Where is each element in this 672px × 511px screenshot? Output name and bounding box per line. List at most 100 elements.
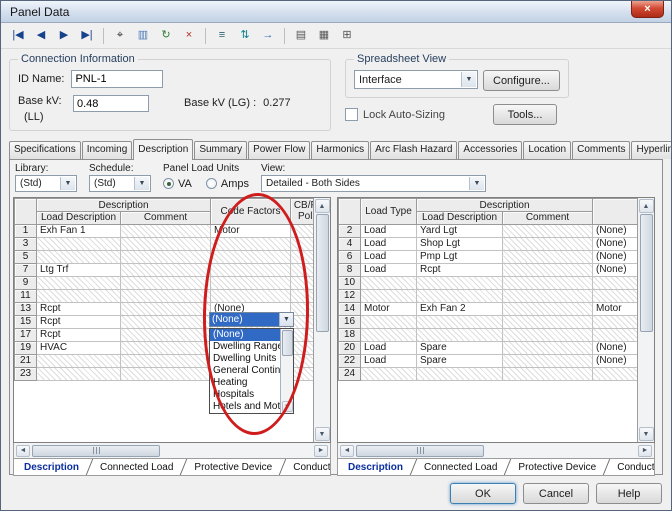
- row-number[interactable]: 18: [339, 328, 361, 341]
- last-record-icon[interactable]: ▶|: [76, 26, 98, 46]
- scrollbar-thumb[interactable]: [32, 445, 160, 457]
- grid-cell[interactable]: [417, 328, 503, 341]
- tab-hyperlinks[interactable]: Hyperlinks: [631, 141, 672, 159]
- row-number[interactable]: 6: [339, 250, 361, 263]
- schedule-select[interactable]: (Std) ▼: [89, 175, 151, 192]
- code-factors-combo-open[interactable]: (None) ▼ ▼ (None)Dwelling RangeDwelling …: [209, 312, 294, 414]
- row-number[interactable]: 5: [15, 250, 37, 263]
- print-preview-icon[interactable]: ▦: [313, 26, 335, 46]
- scrollbar-thumb[interactable]: [316, 214, 329, 332]
- grid-cell[interactable]: [503, 250, 593, 263]
- listbox-option[interactable]: Dwelling Range: [210, 341, 280, 353]
- listbox-option[interactable]: Dwelling Units: [210, 353, 280, 365]
- tab-specifications[interactable]: Specifications: [9, 141, 81, 159]
- listbox-option[interactable]: (None): [210, 329, 280, 341]
- scroll-down-icon[interactable]: ▼: [639, 427, 654, 441]
- tab-harmonics[interactable]: Harmonics: [311, 141, 369, 159]
- tab-location[interactable]: Location: [523, 141, 571, 159]
- listbox-option[interactable]: Hospitals: [210, 389, 280, 401]
- sheet-tab-description[interactable]: Description: [341, 461, 410, 474]
- row-number[interactable]: 12: [339, 289, 361, 302]
- grid-cell[interactable]: [503, 302, 593, 315]
- grid-cell[interactable]: Rcpt: [37, 328, 121, 341]
- grid-cell[interactable]: [361, 367, 417, 380]
- tab-arc-flash-hazard[interactable]: Arc Flash Hazard: [370, 141, 457, 159]
- tab-description[interactable]: Description: [133, 139, 193, 160]
- grid-cell[interactable]: [121, 354, 211, 367]
- grid-cell[interactable]: [417, 276, 503, 289]
- grid-cell[interactable]: [211, 276, 291, 289]
- id-name-input[interactable]: [71, 70, 163, 88]
- grid-cell[interactable]: [361, 315, 417, 328]
- grid-cell[interactable]: [361, 328, 417, 341]
- grid-cell[interactable]: Exh Fan 2: [417, 302, 503, 315]
- grid-cell[interactable]: [211, 289, 291, 302]
- tab-summary[interactable]: Summary: [194, 141, 247, 159]
- amps-radio[interactable]: [206, 178, 217, 189]
- combo-field[interactable]: (None) ▼: [209, 312, 294, 327]
- grid-cell[interactable]: Load: [361, 224, 417, 237]
- grid-cell[interactable]: [211, 237, 291, 250]
- scroll-right-icon[interactable]: ►: [638, 445, 652, 457]
- scrollbar-thumb[interactable]: [356, 445, 484, 457]
- copy-icon[interactable]: ⊞: [336, 26, 358, 46]
- scroll-left-icon[interactable]: ◄: [16, 445, 30, 457]
- sheet-tab-protective-device[interactable]: Protective Device: [511, 461, 603, 474]
- row-number[interactable]: 17: [15, 328, 37, 341]
- grid-cell[interactable]: [121, 328, 211, 341]
- grid-cell[interactable]: [37, 250, 121, 263]
- scroll-down-icon[interactable]: ▼: [315, 427, 330, 441]
- tab-power-flow[interactable]: Power Flow: [248, 141, 310, 159]
- grid-cell[interactable]: Ltg Trf: [37, 263, 121, 276]
- grid-cell[interactable]: Motor: [211, 224, 291, 237]
- listbox-option[interactable]: Heating: [210, 377, 280, 389]
- grid-cell[interactable]: [37, 289, 121, 302]
- row-number[interactable]: 22: [339, 354, 361, 367]
- previous-record-icon[interactable]: ◀: [30, 26, 52, 46]
- row-number[interactable]: 15: [15, 315, 37, 328]
- grid-cell[interactable]: [417, 315, 503, 328]
- grid-cell[interactable]: [503, 224, 593, 237]
- row-number[interactable]: 4: [339, 237, 361, 250]
- va-radio[interactable]: [163, 178, 174, 189]
- jump-to-icon[interactable]: →: [257, 26, 279, 46]
- row-number[interactable]: 8: [339, 263, 361, 276]
- row-number[interactable]: 9: [15, 276, 37, 289]
- next-record-icon[interactable]: ▶: [53, 26, 75, 46]
- grid-cell[interactable]: Motor: [361, 302, 417, 315]
- grid-cell[interactable]: [503, 315, 593, 328]
- scrollbar-thumb[interactable]: [282, 330, 293, 356]
- right-horizontal-scrollbar[interactable]: ◄ ►: [337, 443, 655, 459]
- row-number[interactable]: 20: [339, 341, 361, 354]
- grid-cell[interactable]: Rcpt: [37, 302, 121, 315]
- combo-arrow-icon[interactable]: ▼: [279, 313, 293, 326]
- grid-cell[interactable]: [121, 237, 211, 250]
- grid-cell[interactable]: [37, 367, 121, 380]
- sheet-tab-connected-load[interactable]: Connected Load: [93, 461, 180, 474]
- row-number[interactable]: 23: [15, 367, 37, 380]
- row-number[interactable]: 7: [15, 263, 37, 276]
- grid-cell[interactable]: Load: [361, 237, 417, 250]
- grid-cell[interactable]: [503, 289, 593, 302]
- grid-cell[interactable]: Shop Lgt: [417, 237, 503, 250]
- sheet-tab-protective-device[interactable]: Protective Device: [187, 461, 279, 474]
- grid-cell[interactable]: [37, 354, 121, 367]
- grid-cell[interactable]: [37, 237, 121, 250]
- insert-rows-icon[interactable]: ≡: [211, 26, 233, 46]
- refresh-icon[interactable]: ↻: [155, 26, 177, 46]
- row-number[interactable]: 21: [15, 354, 37, 367]
- tab-comments[interactable]: Comments: [572, 141, 630, 159]
- grid-cell[interactable]: [503, 367, 593, 380]
- listbox-option[interactable]: Hotels and Motels: [210, 401, 280, 413]
- row-number[interactable]: 1: [15, 224, 37, 237]
- help-button[interactable]: Help: [596, 483, 662, 504]
- ok-button[interactable]: OK: [450, 483, 516, 504]
- row-number[interactable]: 2: [339, 224, 361, 237]
- grid-cell[interactable]: [503, 328, 593, 341]
- sheet-tab-description[interactable]: Description: [17, 461, 86, 474]
- sheet-tab-connected-load[interactable]: Connected Load: [417, 461, 504, 474]
- right-vertical-scrollbar[interactable]: ▲ ▼: [637, 198, 654, 442]
- grid-cell[interactable]: Rcpt: [417, 263, 503, 276]
- scroll-up-icon[interactable]: ▲: [639, 199, 654, 213]
- find-icon[interactable]: ⌖: [109, 26, 131, 46]
